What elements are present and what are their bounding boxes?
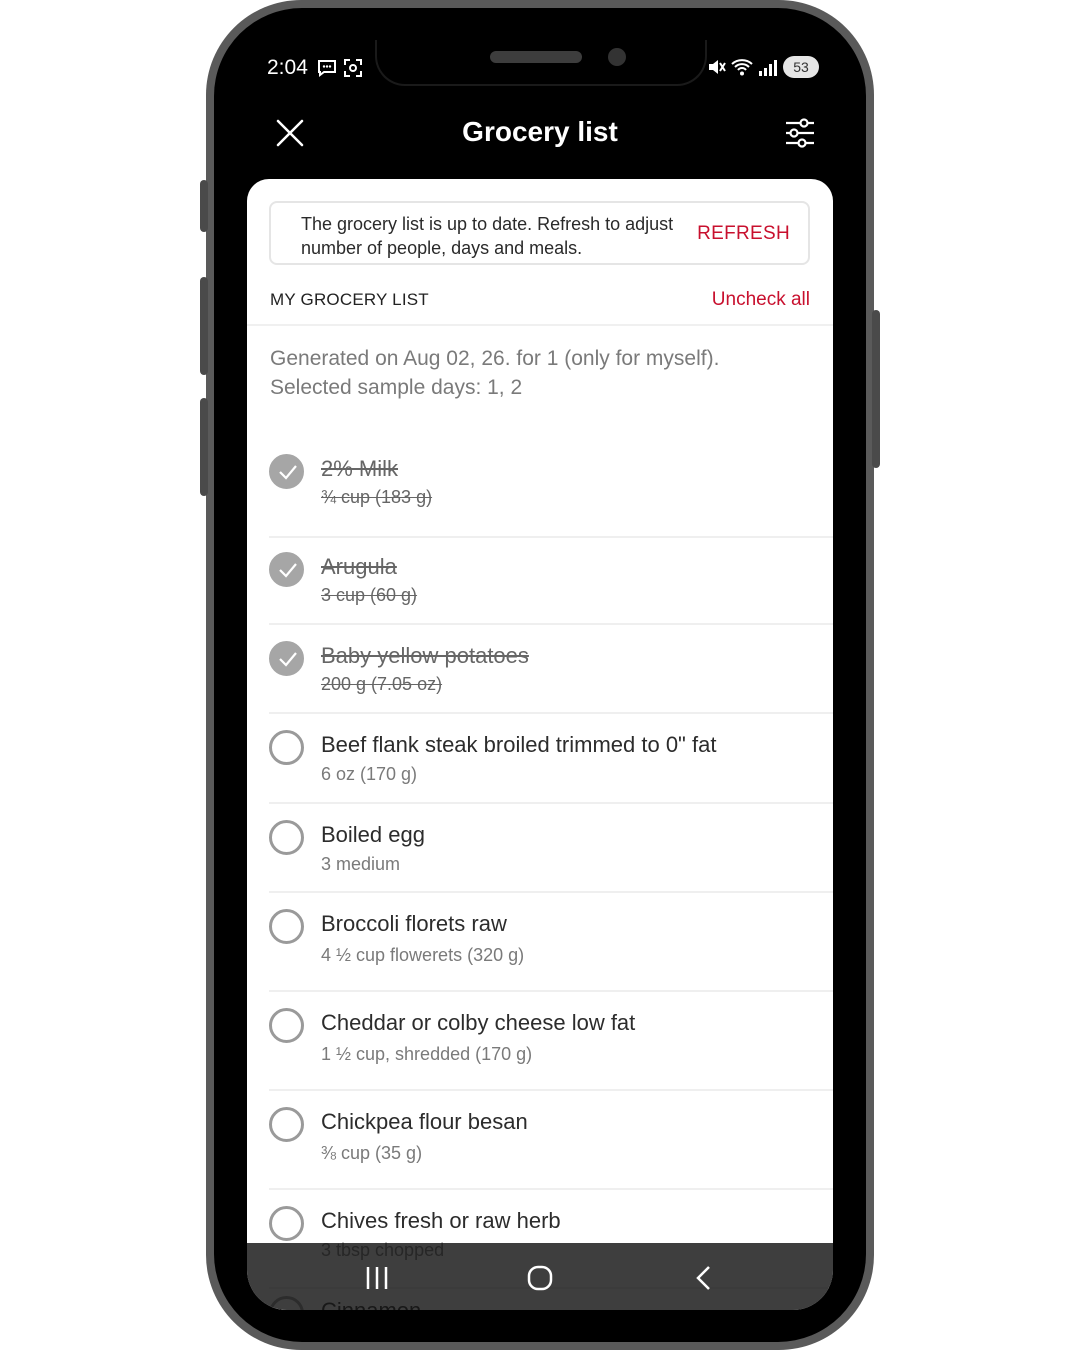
item-name: Broccoli florets raw	[321, 911, 507, 936]
nav-home-button[interactable]	[523, 1261, 557, 1295]
nav-recents-button[interactable]	[360, 1261, 394, 1295]
phone-screen: 2:04 53 Grocery list The grocery list is…	[247, 40, 833, 1310]
side-button-power	[872, 310, 880, 468]
item-quantity: 4 ½ cup flowerets (320 g)	[321, 945, 525, 965]
mute-icon	[709, 60, 726, 74]
status-icons-right: 53	[706, 56, 819, 78]
refresh-button[interactable]: REFRESH	[697, 223, 790, 245]
grocery-content: The grocery list is up to date. Refresh …	[247, 179, 833, 1310]
item-name: Beef flank steak broiled trimmed to 0" f…	[321, 732, 717, 757]
page-title: Grocery list	[462, 116, 618, 147]
message-icon	[318, 60, 336, 77]
generated-line-2: Selected sample days: 1, 2	[270, 376, 523, 399]
item-quantity: 200 g (7.05 oz)	[321, 674, 443, 694]
grocery-item[interactable]: Arugula 3 cup (60 g)	[247, 536, 833, 625]
section-title: MY GROCERY LIST	[270, 290, 429, 309]
item-name: Arugula	[321, 554, 397, 579]
grocery-item[interactable]: Boiled egg 3 medium	[247, 804, 833, 893]
unchecked-checkbox[interactable]	[269, 1008, 304, 1043]
side-button-volume-down	[200, 398, 208, 496]
item-name: Boiled egg	[321, 822, 425, 847]
battery-indicator: 53	[783, 56, 819, 78]
item-name: Chives fresh or raw herb	[321, 1208, 561, 1233]
item-quantity: 1 ½ cup, shredded (170 g)	[321, 1044, 533, 1064]
filter-button[interactable]	[783, 116, 817, 150]
item-name: Cheddar or colby cheese low fat	[321, 1010, 636, 1035]
item-name: 2% Milk	[321, 456, 399, 481]
unchecked-checkbox[interactable]	[269, 1107, 304, 1142]
grocery-item[interactable]: Cheddar or colby cheese low fat 1 ½ cup, …	[247, 992, 833, 1091]
unchecked-checkbox[interactable]	[269, 820, 304, 855]
refresh-notice: The grocery list is up to date. Refresh …	[269, 201, 810, 265]
checked-checkbox[interactable]	[269, 641, 304, 676]
item-quantity: ⅜ cup (35 g)	[321, 1143, 423, 1163]
unchecked-checkbox[interactable]	[269, 730, 304, 765]
wifi-icon	[731, 59, 753, 76]
recents-icon	[366, 1267, 388, 1289]
system-nav-bar	[247, 1243, 833, 1310]
checked-checkbox[interactable]	[269, 552, 304, 587]
front-camera	[608, 48, 626, 66]
item-name: Chickpea flour besan	[321, 1109, 528, 1134]
item-quantity: 6 oz (170 g)	[321, 764, 418, 784]
grocery-item[interactable]: 2% Milk ¾ cup (183 g)	[247, 438, 833, 538]
generated-line-1: Generated on Aug 02, 26. for 1 (only for…	[270, 347, 720, 370]
earpiece-speaker	[490, 51, 582, 63]
generated-info: Generated on Aug 02, 26. for 1 (only for…	[270, 344, 810, 402]
grocery-item[interactable]: Beef flank steak broiled trimmed to 0" f…	[247, 714, 833, 804]
home-icon	[527, 1265, 553, 1291]
notice-text: The grocery list is up to date. Refresh …	[301, 214, 674, 258]
item-quantity: 3 cup (60 g)	[321, 585, 418, 605]
checkmark-icon	[279, 563, 297, 578]
nav-back-button[interactable]	[688, 1261, 722, 1295]
status-time: 2:04	[267, 56, 308, 79]
signal-icon	[759, 60, 777, 76]
grocery-item[interactable]: Broccoli florets raw 4 ½ cup flowerets (3…	[247, 893, 833, 992]
side-button-top	[200, 180, 208, 232]
unchecked-checkbox[interactable]	[269, 909, 304, 944]
checked-checkbox[interactable]	[269, 454, 304, 489]
side-button-volume-up	[200, 277, 208, 375]
item-quantity: 3 medium	[321, 854, 401, 874]
grocery-item[interactable]: Chickpea flour besan ⅜ cup (35 g)	[247, 1091, 833, 1190]
app-header: Grocery list	[247, 96, 833, 178]
uncheck-all-button[interactable]: Uncheck all	[712, 289, 810, 311]
status-icons-left	[317, 58, 363, 78]
notch	[375, 40, 707, 86]
unchecked-checkbox[interactable]	[269, 1206, 304, 1241]
grocery-item[interactable]: Baby yellow potatoes 200 g (7.05 oz)	[247, 625, 833, 714]
item-name: Baby yellow potatoes	[321, 643, 529, 668]
sliders-icon	[786, 118, 814, 148]
checkmark-icon	[279, 652, 297, 667]
checkmark-icon	[279, 465, 297, 480]
status-bar: 2:04 53	[247, 40, 833, 96]
screenshot-icon	[344, 59, 362, 77]
item-quantity: ¾ cup (183 g)	[321, 487, 433, 507]
back-icon	[696, 1266, 710, 1290]
section-divider	[247, 324, 833, 326]
